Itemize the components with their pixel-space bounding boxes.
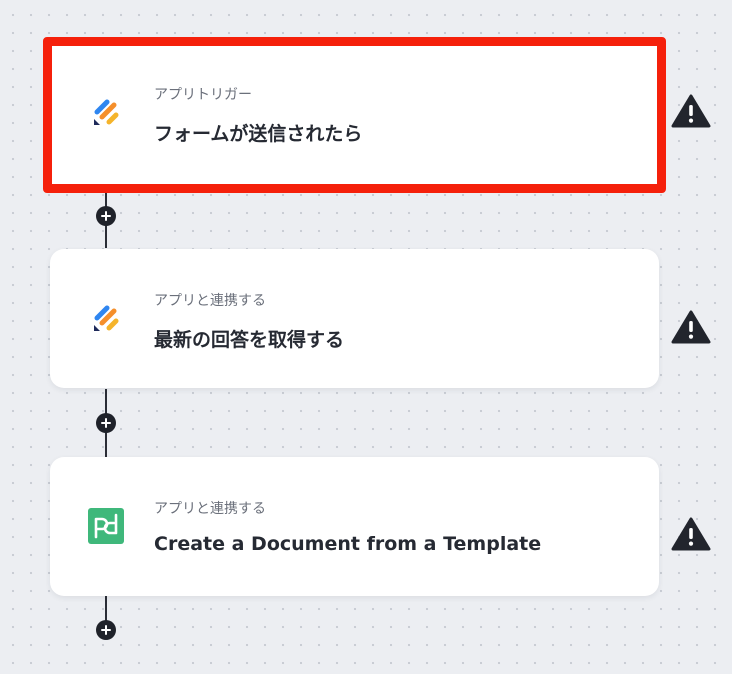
step-title: フォームが送信されたら [154,123,363,145]
step-kind-label: アプリと連携する [154,293,266,309]
form-app-icon [94,305,119,331]
form-app-icon [94,99,119,125]
step-card-create-document[interactable] [50,457,659,596]
warning-icon[interactable] [671,309,711,345]
plus-icon [101,211,111,221]
plus-icon [101,625,111,635]
add-step-button[interactable] [96,206,116,226]
add-step-button[interactable] [96,620,116,640]
step-kind-label: アプリトリガー [154,87,252,103]
warning-icon[interactable] [671,516,711,552]
step-card-trigger[interactable] [43,37,666,193]
pandadoc-icon [88,508,124,544]
step-title: 最新の回答を取得する [154,329,345,351]
step-title: Create a Document from a Template [154,533,542,555]
add-step-button[interactable] [96,413,116,433]
step-kind-label: アプリと連携する [154,501,266,517]
plus-icon [101,418,111,428]
step-card-get-latest-response[interactable] [50,249,659,388]
warning-icon[interactable] [671,93,711,129]
